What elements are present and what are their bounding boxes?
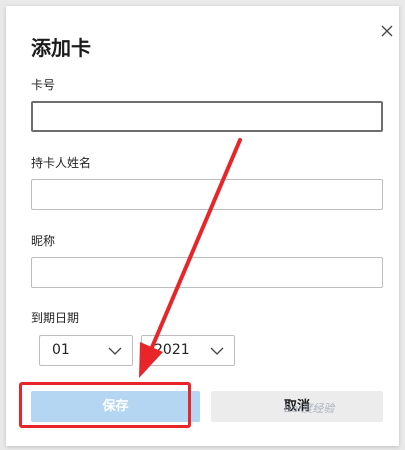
expiry-year-value: 2021 — [154, 342, 190, 358]
expiry-month-select[interactable]: 01 — [39, 335, 133, 366]
card-number-label: 卡号 — [31, 78, 56, 92]
nickname-input[interactable] — [31, 257, 383, 288]
dialog-title: 添加卡 — [31, 36, 91, 60]
chevron-down-icon — [210, 347, 224, 355]
add-card-dialog: 添加卡 卡号 持卡人姓名 昵称 到期日期 01 2021 保存 取消 — [6, 6, 399, 446]
expiry-month-value: 01 — [52, 342, 70, 358]
expiry-date-label: 到期日期 — [31, 311, 80, 325]
close-icon[interactable] — [379, 23, 395, 39]
save-button[interactable]: 保存 — [31, 391, 200, 422]
chevron-down-icon — [108, 347, 122, 355]
nickname-label: 昵称 — [31, 234, 56, 248]
watermark: Bai度经验 — [284, 402, 335, 415]
card-number-input[interactable] — [31, 101, 383, 132]
expiry-year-select[interactable]: 2021 — [141, 335, 235, 366]
cardholder-name-input[interactable] — [31, 179, 383, 210]
cardholder-name-label: 持卡人姓名 — [31, 156, 92, 170]
